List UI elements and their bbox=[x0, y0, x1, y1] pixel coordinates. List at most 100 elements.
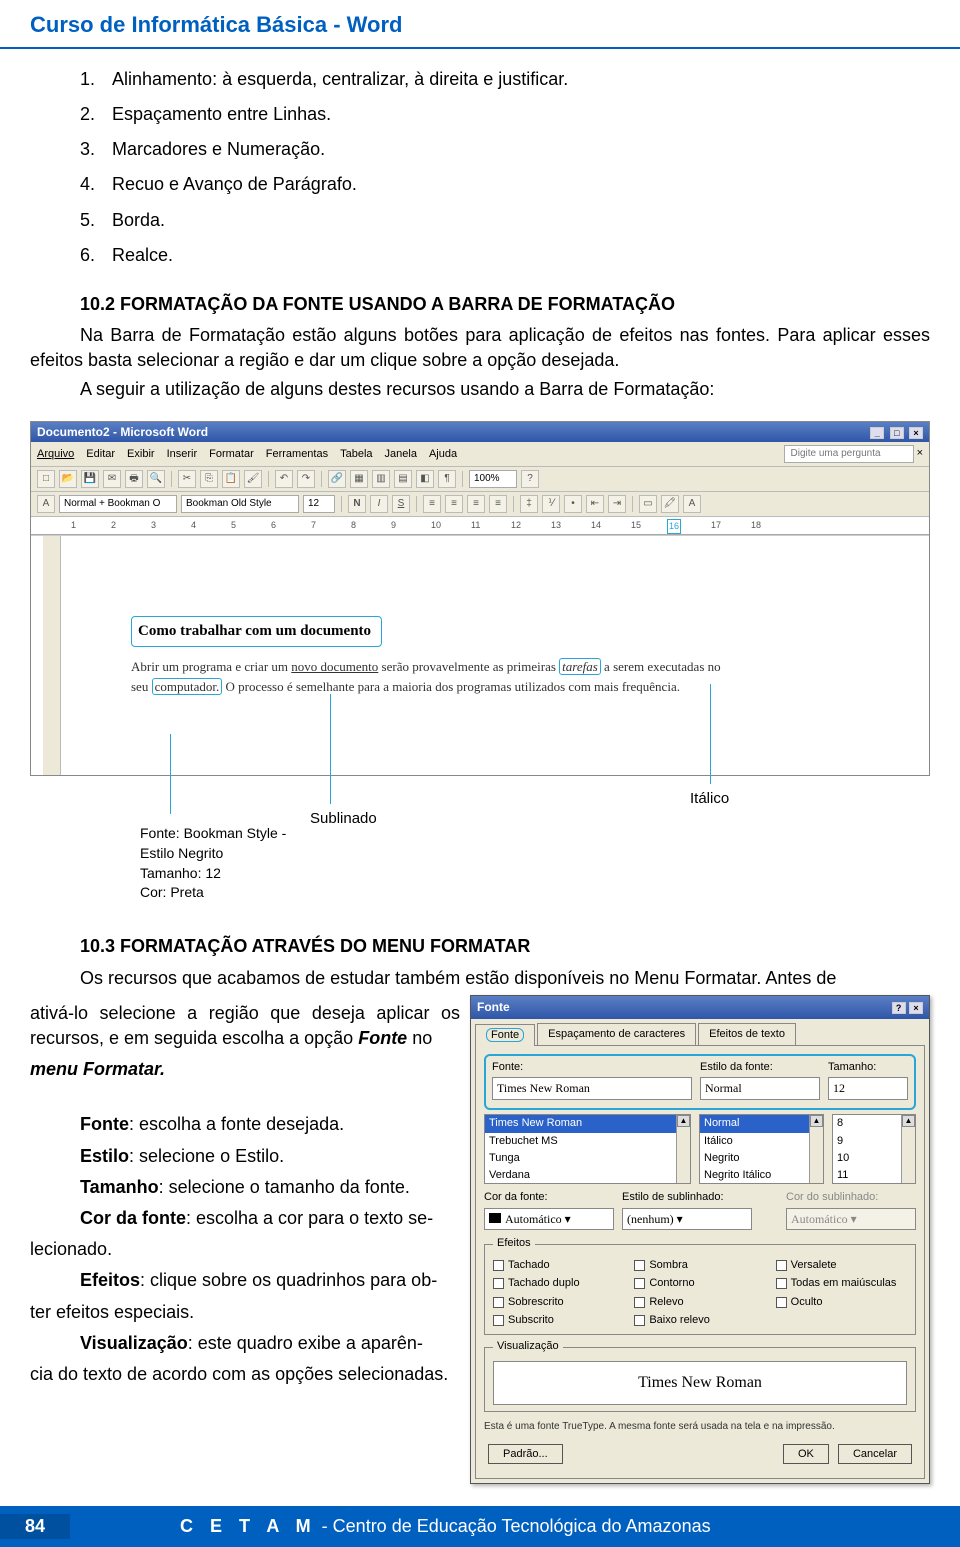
drawing-icon[interactable]: ◧ bbox=[416, 470, 434, 488]
document-area[interactable]: Como trabalhar com um documento Abrir um… bbox=[31, 535, 929, 775]
list-item[interactable]: Verdana bbox=[485, 1167, 690, 1184]
check-sombra[interactable]: Sombra bbox=[634, 1258, 765, 1273]
size-list[interactable]: 8 9 10 11 12 ▲ bbox=[832, 1114, 916, 1184]
menu-janela[interactable]: Janela bbox=[385, 447, 417, 462]
close-icon[interactable]: × bbox=[909, 1002, 923, 1014]
standard-toolbar: □ 📂 💾 ✉ 🖶 🔍 ✂ ⎘ 📋 🖌 ↶ ↷ 🔗 ▦ ▥ ▤ ◧ ¶ 100%… bbox=[31, 467, 929, 492]
mail-icon[interactable]: ✉ bbox=[103, 470, 121, 488]
help-search-input[interactable]: Digite uma pergunta bbox=[784, 445, 914, 463]
paste-icon[interactable]: 📋 bbox=[222, 470, 240, 488]
cancel-button[interactable]: Cancelar bbox=[838, 1444, 912, 1464]
help-icon[interactable]: ? bbox=[521, 470, 539, 488]
tab-fonte[interactable]: Fonte bbox=[475, 1024, 535, 1046]
menu-inserir[interactable]: Inserir bbox=[167, 447, 198, 462]
dialog-titlebar: Fonte ? × bbox=[471, 996, 929, 1019]
align-left-icon[interactable]: ≡ bbox=[423, 495, 441, 513]
align-center-icon[interactable]: ≡ bbox=[445, 495, 463, 513]
outdent-icon[interactable]: ⇤ bbox=[586, 495, 604, 513]
check-subscrito[interactable]: Subscrito bbox=[493, 1313, 624, 1328]
italic-button[interactable]: I bbox=[370, 495, 388, 513]
check-maiusculas[interactable]: Todas em maiúsculas bbox=[776, 1276, 907, 1291]
menu-ajuda[interactable]: Ajuda bbox=[429, 447, 457, 462]
indent-icon[interactable]: ⇥ bbox=[608, 495, 626, 513]
styles-pane-icon[interactable]: A bbox=[37, 495, 55, 513]
preview-box: Times New Roman bbox=[493, 1361, 907, 1405]
check-versalete[interactable]: Versalete bbox=[776, 1258, 907, 1273]
maximize-icon[interactable]: □ bbox=[890, 427, 904, 439]
page-footer: 84 C E T A M - Centro de Educação Tecnol… bbox=[0, 1506, 960, 1547]
numbering-icon[interactable]: ⅟ bbox=[542, 495, 560, 513]
font-size-dropdown[interactable]: 12 bbox=[303, 495, 335, 513]
list-item[interactable]: Normal bbox=[700, 1115, 823, 1132]
close-icon[interactable]: × bbox=[909, 427, 923, 439]
check-oculto[interactable]: Oculto bbox=[776, 1295, 907, 1310]
menu-formatar[interactable]: Formatar bbox=[209, 447, 254, 462]
check-tachado[interactable]: Tachado bbox=[493, 1258, 624, 1273]
list-item[interactable]: Itálico bbox=[700, 1133, 823, 1150]
check-relevo[interactable]: Relevo bbox=[634, 1295, 765, 1310]
line-spacing-icon[interactable]: ‡ bbox=[520, 495, 538, 513]
border-icon[interactable]: ▭ bbox=[639, 495, 657, 513]
map-icon[interactable]: ¶ bbox=[438, 470, 456, 488]
font-list[interactable]: Times New Roman Trebuchet MS Tunga Verda… bbox=[484, 1114, 691, 1184]
list-item[interactable]: Times New Roman bbox=[485, 1115, 690, 1132]
link-icon[interactable]: 🔗 bbox=[328, 470, 346, 488]
redo-icon[interactable]: ↷ bbox=[297, 470, 315, 488]
check-tachado-duplo[interactable]: Tachado duplo bbox=[493, 1276, 624, 1291]
font-color-icon[interactable]: A bbox=[683, 495, 701, 513]
input-estilo[interactable]: Normal bbox=[700, 1077, 820, 1100]
minimize-icon[interactable]: _ bbox=[870, 427, 884, 439]
table-icon[interactable]: ▦ bbox=[350, 470, 368, 488]
menu-ferramentas[interactable]: Ferramentas bbox=[266, 447, 328, 462]
scrollbar[interactable]: ▲ bbox=[676, 1115, 690, 1183]
input-sublinhado[interactable]: (nenhum) ▾ bbox=[622, 1208, 752, 1231]
excel-icon[interactable]: ▥ bbox=[372, 470, 390, 488]
close-help-icon[interactable]: × bbox=[917, 447, 923, 459]
list-item[interactable]: Tunga bbox=[485, 1150, 690, 1167]
check-contorno[interactable]: Contorno bbox=[634, 1276, 765, 1291]
menu-arquivo[interactable]: Arquivo bbox=[37, 447, 74, 462]
undo-icon[interactable]: ↶ bbox=[275, 470, 293, 488]
style-dropdown[interactable]: Normal + Bookman O bbox=[59, 495, 177, 513]
new-icon[interactable]: □ bbox=[37, 470, 55, 488]
align-right-icon[interactable]: ≡ bbox=[467, 495, 485, 513]
bold-button[interactable]: N bbox=[348, 495, 366, 513]
check-sobrescrito[interactable]: Sobrescrito bbox=[493, 1295, 624, 1310]
callout-italico: Itálico bbox=[690, 788, 729, 809]
menu-tabela[interactable]: Tabela bbox=[340, 447, 372, 462]
columns-icon[interactable]: ▤ bbox=[394, 470, 412, 488]
input-cor[interactable]: Automático ▾ bbox=[484, 1208, 614, 1231]
list-item[interactable]: Trebuchet MS bbox=[485, 1133, 690, 1150]
highlight-icon[interactable]: 🖍 bbox=[661, 495, 679, 513]
lbl-fonte: Fonte: bbox=[492, 1060, 692, 1075]
tab-efeitos-texto[interactable]: Efeitos de texto bbox=[698, 1023, 796, 1045]
align-justify-icon[interactable]: ≡ bbox=[489, 495, 507, 513]
list-item[interactable]: Negrito bbox=[700, 1150, 823, 1167]
zoom-input[interactable]: 100% bbox=[469, 470, 517, 488]
underline-button[interactable]: S bbox=[392, 495, 410, 513]
menu-exibir[interactable]: Exibir bbox=[127, 447, 155, 462]
print-icon[interactable]: 🖶 bbox=[125, 470, 143, 488]
font-dropdown[interactable]: Bookman Old Style bbox=[181, 495, 299, 513]
scrollbar[interactable]: ▲ bbox=[809, 1115, 823, 1183]
ok-button[interactable]: OK bbox=[783, 1444, 829, 1464]
save-icon[interactable]: 💾 bbox=[81, 470, 99, 488]
vertical-ruler[interactable] bbox=[43, 536, 61, 775]
copy-icon[interactable]: ⎘ bbox=[200, 470, 218, 488]
bullets-icon[interactable]: • bbox=[564, 495, 582, 513]
check-baixo-relevo[interactable]: Baixo relevo bbox=[634, 1313, 765, 1328]
format-painter-icon[interactable]: 🖌 bbox=[244, 470, 262, 488]
input-fonte[interactable]: Times New Roman bbox=[492, 1077, 692, 1100]
menu-editar[interactable]: Editar bbox=[86, 447, 115, 462]
input-tamanho[interactable]: 12 bbox=[828, 1077, 908, 1100]
list-item[interactable]: Negrito Itálico bbox=[700, 1167, 823, 1184]
open-icon[interactable]: 📂 bbox=[59, 470, 77, 488]
cut-icon[interactable]: ✂ bbox=[178, 470, 196, 488]
padrao-button[interactable]: Padrão... bbox=[488, 1444, 563, 1464]
help-icon[interactable]: ? bbox=[892, 1002, 906, 1014]
style-list[interactable]: Normal Itálico Negrito Negrito Itálico ▲ bbox=[699, 1114, 824, 1184]
tab-espacamento[interactable]: Espaçamento de caracteres bbox=[537, 1023, 696, 1045]
preview-icon[interactable]: 🔍 bbox=[147, 470, 165, 488]
horizontal-ruler[interactable]: 1 2 3 4 5 6 7 8 9 10 11 12 13 14 15 16 1… bbox=[31, 517, 929, 535]
scrollbar[interactable]: ▲ bbox=[901, 1115, 915, 1183]
